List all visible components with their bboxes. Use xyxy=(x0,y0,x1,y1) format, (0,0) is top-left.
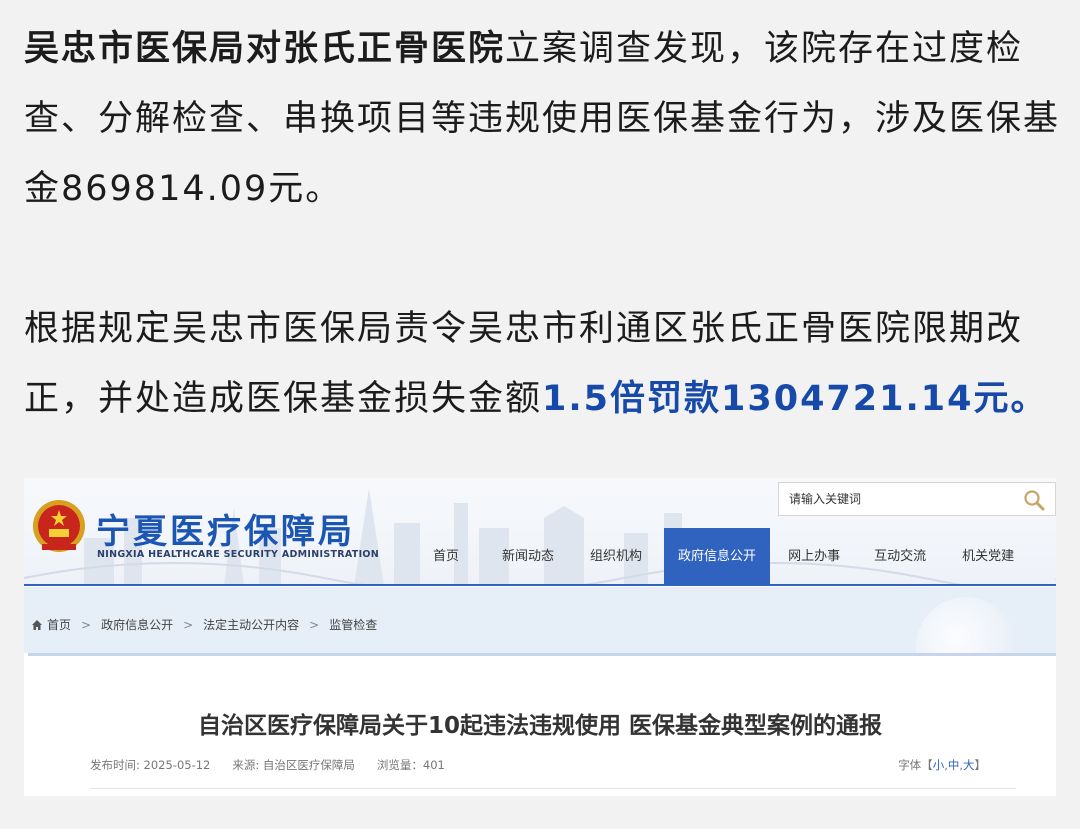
breadcrumb-bar: 首页 > 政府信息公开 > 法定主动公开内容 > 监管检查 xyxy=(24,587,1056,653)
article-text: 吴忠市医保局对张氏正骨医院立案调查发现，该院存在过度检查、分解检查、串换项目等违… xyxy=(24,14,1060,434)
breadcrumb-home[interactable]: 首页 xyxy=(47,616,71,633)
font-size-small[interactable]: 小 xyxy=(933,758,945,772)
breadcrumb-supervision[interactable]: 监管检查 xyxy=(329,616,377,633)
paragraph-1-bold: 吴忠市医保局对张氏正骨医院 xyxy=(24,29,506,69)
nav-item-interaction[interactable]: 互动交流 xyxy=(860,528,948,586)
breadcrumb-gov-info[interactable]: 政府信息公开 xyxy=(101,616,173,633)
paragraph-1: 吴忠市医保局对张氏正骨医院立案调查发现，该院存在过度检查、分解检查、串换项目等违… xyxy=(24,14,1060,224)
nav-item-home[interactable]: 首页 xyxy=(419,528,488,586)
breadcrumb-public-content[interactable]: 法定主动公开内容 xyxy=(203,616,299,633)
main-nav: 首页 新闻动态 组织机构 政府信息公开 网上办事 互动交流 机关党建 xyxy=(419,528,1014,586)
font-size-large[interactable]: 大 xyxy=(963,758,975,772)
national-emblem-icon xyxy=(33,500,85,552)
home-icon xyxy=(32,619,42,630)
breadcrumb: 首页 > 政府信息公开 > 法定主动公开内容 > 监管检查 xyxy=(31,616,377,633)
search-icon[interactable] xyxy=(1023,489,1045,511)
site-header: 宁夏医疗保障局 NINGXIA HEALTHCARE SECURITY ADMI… xyxy=(24,478,1056,586)
nav-item-news[interactable]: 新闻动态 xyxy=(488,528,576,586)
chevron-right-icon: > xyxy=(183,617,194,632)
document-meta: 发布时间: 2025-05-12 来源: 自治区医疗保障局 浏览量：401 xyxy=(90,757,445,773)
nav-underline xyxy=(24,584,1056,586)
chevron-right-icon: > xyxy=(309,617,320,632)
paragraph-2: 根据规定吴忠市医保局责令吴忠市利通区张氏正骨医院限期改正，并处造成医保基金损失金… xyxy=(24,294,1060,434)
penalty-highlight: 1.5倍罚款1304721.14元。 xyxy=(542,379,1048,419)
nav-item-organization[interactable]: 组织机构 xyxy=(576,528,664,586)
chevron-right-icon: > xyxy=(81,617,92,632)
font-size-medium[interactable]: 中 xyxy=(948,758,960,772)
font-size-switcher: 字体【小,中,大】 xyxy=(898,758,987,772)
view-count: 浏览量：401 xyxy=(376,758,445,772)
embedded-website-screenshot: 宁夏医疗保障局 NINGXIA HEALTHCARE SECURITY ADMI… xyxy=(24,478,1056,796)
font-size-label: 字体【 xyxy=(898,758,933,772)
site-title: 宁夏医疗保障局 xyxy=(96,512,355,552)
publish-date: 发布时间: 2025-05-12 xyxy=(90,758,211,772)
nav-item-party-building[interactable]: 机关党建 xyxy=(948,528,1014,586)
search-input[interactable] xyxy=(789,483,1009,515)
document-panel: 自治区医疗保障局关于10起违法违规使用 医保基金典型案例的通报 发布时间: 20… xyxy=(28,653,1056,796)
search-box xyxy=(778,482,1056,516)
globe-decoration xyxy=(916,597,1016,653)
document-source: 来源: 自治区医疗保障局 xyxy=(232,758,355,772)
nav-item-online-services[interactable]: 网上办事 xyxy=(770,528,860,586)
nav-item-gov-info[interactable]: 政府信息公开 xyxy=(664,528,771,586)
divider xyxy=(90,788,1016,789)
font-size-close: 】 xyxy=(974,758,987,772)
document-title: 自治区医疗保障局关于10起违法违规使用 医保基金典型案例的通报 xyxy=(197,713,882,739)
site-subtitle: NINGXIA HEALTHCARE SECURITY ADMINISTRATI… xyxy=(97,549,380,560)
